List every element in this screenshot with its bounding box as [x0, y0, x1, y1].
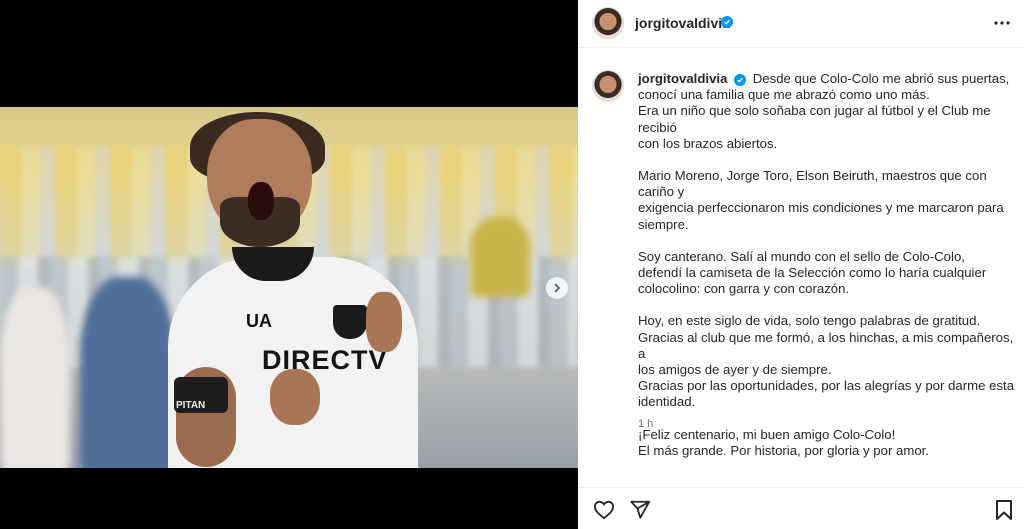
share-button[interactable] [628, 498, 652, 522]
post-caption: jorgitovaldivia Desde que Colo-Colo me a… [638, 71, 1018, 475]
caption-line: Era un niño que solo soñaba con jugar al… [638, 103, 991, 135]
background-player [0, 287, 70, 468]
caption-paragraph: Mario Moreno, Jorge Toro, Elson Beiruth,… [638, 168, 1018, 233]
post-photo: PITAN UA DIRECTV [0, 107, 578, 468]
jersey-brand-logo: UA [246, 311, 272, 331]
background-player [80, 277, 175, 468]
heart-icon [593, 500, 615, 520]
player-mouth [248, 182, 274, 220]
post-header: jorgitovaldivia [578, 0, 1024, 48]
caption-line: El más grande. Por historia, por gloria … [638, 442, 929, 458]
caption-line: los amigos de ayer y de siempre. [638, 362, 832, 378]
caption-line: exigencia perfeccionaron mis condiciones… [638, 200, 1004, 216]
verified-badge-icon [734, 74, 747, 86]
caption-paragraph: ¡Feliz centenario, mi buen amigo Colo-Co… [638, 427, 1018, 459]
caption-line: identidad. [638, 394, 696, 410]
post-media: PITAN UA DIRECTV [0, 0, 578, 529]
caption-paragraph: Soy canterano. Salí al mundo con el sell… [638, 249, 1018, 298]
post-timestamp[interactable]: 1 h [638, 418, 653, 430]
armband-text: PITAN [176, 400, 206, 411]
caption-line: defendí la camiseta de la Selección como… [638, 265, 987, 281]
club-crest [333, 305, 367, 339]
caption-paragraph: jorgitovaldivia Desde que Colo-Colo me a… [638, 71, 1018, 152]
caption-line: Soy canterano. Salí al mundo con el sell… [638, 248, 965, 264]
caption-author-avatar[interactable] [592, 70, 624, 102]
player-right-fist [366, 292, 402, 352]
bookmark-icon [996, 500, 1012, 520]
chevron-right-icon [554, 283, 561, 293]
background-player [470, 217, 530, 297]
author-username[interactable]: jorgitovaldivia [635, 15, 730, 31]
caption-line: siempre. [638, 216, 689, 232]
more-options-button[interactable] [992, 13, 1012, 33]
caption-author-username[interactable]: jorgitovaldivia [638, 71, 727, 86]
player-left-fist [270, 369, 320, 425]
caption-line: con los brazos abiertos. [638, 135, 778, 151]
caption-line: colocolino: con garra y con corazón. [638, 281, 850, 297]
post-actions-bar [578, 487, 1024, 529]
verified-badge-icon [721, 16, 733, 28]
save-button[interactable] [992, 498, 1016, 522]
caption-line: Gracias por las oportunidades, por las a… [638, 378, 1015, 394]
caption-line: ¡Feliz centenario, mi buen amigo Colo-Co… [638, 426, 896, 442]
next-media-button[interactable] [546, 277, 568, 299]
author-avatar[interactable] [592, 7, 624, 39]
like-button[interactable] [592, 498, 616, 522]
caption-line: conocí una familia que me abrazó como un… [638, 87, 930, 103]
caption-line: Mario Moreno, Jorge Toro, Elson Beiruth,… [638, 168, 987, 200]
post-side-panel: jorgitovaldivia jorgitovaldivia Desde qu… [578, 0, 1024, 529]
caption-line: Hoy, en este siglo de vida, solo tengo p… [638, 313, 981, 329]
caption-line: Desde que Colo-Colo me abrió sus puertas… [752, 71, 1010, 86]
caption-paragraph: Hoy, en este siglo de vida, solo tengo p… [638, 313, 1018, 410]
more-options-icon [994, 21, 1010, 25]
send-icon [630, 500, 651, 519]
caption-line: Gracias al club que me formó, a los hinc… [638, 329, 1014, 361]
